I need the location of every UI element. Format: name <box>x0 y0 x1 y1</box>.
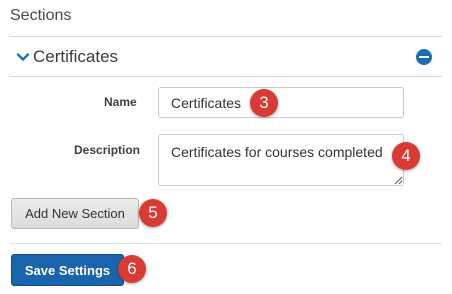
divider <box>10 76 442 77</box>
page-title: Sections <box>10 7 72 24</box>
section-name: Certificates <box>33 46 119 66</box>
description-field[interactable]: Certificates for courses completed <box>158 134 404 186</box>
callout-badge-5: 5 <box>139 199 167 227</box>
callout-badge-6: 6 <box>118 255 146 283</box>
name-label: Name <box>104 95 137 109</box>
section-header[interactable]: Certificates <box>10 37 442 76</box>
callout-badge-3: 3 <box>250 89 278 117</box>
description-label: Description <box>74 143 141 157</box>
save-settings-button[interactable]: Save Settings <box>11 254 124 286</box>
minus-circle-icon[interactable] <box>416 49 432 65</box>
chevron-down-icon[interactable] <box>16 50 30 64</box>
add-new-section-button[interactable]: Add New Section <box>11 198 139 229</box>
divider <box>10 243 442 244</box>
callout-badge-4: 4 <box>392 142 420 170</box>
name-field[interactable] <box>158 87 404 118</box>
